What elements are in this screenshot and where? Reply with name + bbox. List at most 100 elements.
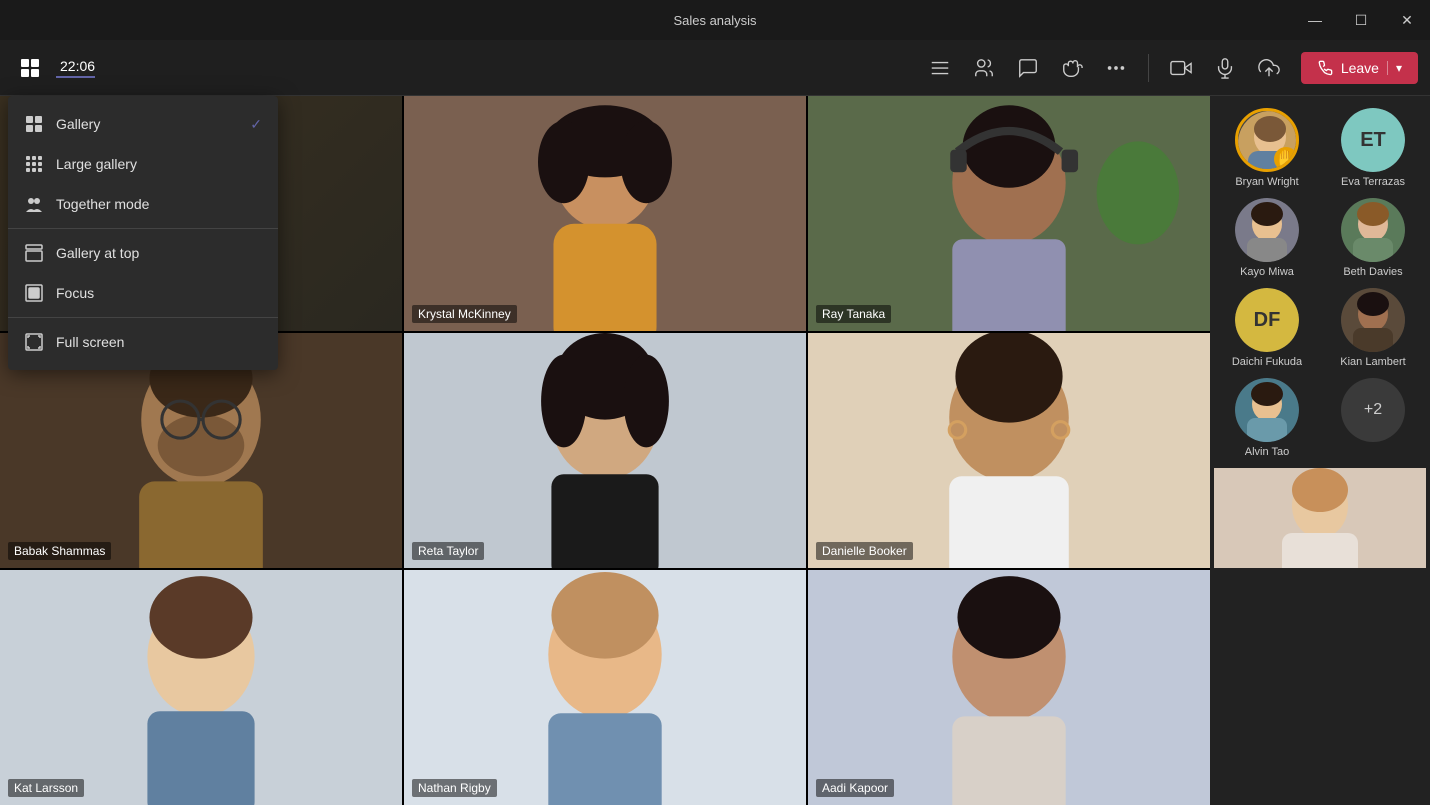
daichi-name: Daichi Fukuda bbox=[1232, 356, 1302, 368]
participant-name-3: Babak Shammas bbox=[8, 542, 111, 560]
bryan-name: Bryan Wright bbox=[1235, 176, 1298, 188]
sidebar-participant-more[interactable]: +2 bbox=[1328, 378, 1418, 458]
leave-button[interactable]: Leave ▾ bbox=[1301, 52, 1418, 84]
sidebar-bottom-video bbox=[1214, 468, 1426, 568]
window-controls[interactable]: — ☐ ✕ bbox=[1292, 0, 1430, 40]
sidebar-row-1: ✋ Bryan Wright ET Eva Terrazas bbox=[1214, 104, 1426, 192]
reactions-button[interactable] bbox=[1052, 48, 1092, 88]
sidebar-participant-kayo[interactable]: Kayo Miwa bbox=[1222, 198, 1312, 278]
alvin-avatar bbox=[1235, 378, 1299, 442]
focus-icon bbox=[24, 283, 44, 303]
participant-name-6: Kat Larsson bbox=[8, 779, 84, 797]
video-cell-1: Krystal McKinney bbox=[404, 96, 806, 331]
participant-name-2: Ray Tanaka bbox=[816, 305, 891, 323]
video-cell-6: Kat Larsson bbox=[0, 570, 402, 805]
title-bar: Sales analysis — ☐ ✕ bbox=[0, 0, 1430, 40]
sidebar-participant-beth[interactable]: Beth Davies bbox=[1328, 198, 1418, 278]
together-mode-label: Together mode bbox=[56, 196, 149, 212]
dropdown-item-large-gallery[interactable]: Large gallery bbox=[8, 144, 278, 184]
dropdown-item-full-screen[interactable]: Full screen bbox=[8, 322, 278, 362]
leave-chevron[interactable]: ▾ bbox=[1387, 61, 1402, 75]
video-placeholder-4 bbox=[404, 333, 806, 568]
beth-name: Beth Davies bbox=[1343, 266, 1402, 278]
video-cell-7: Nathan Rigby bbox=[404, 570, 806, 805]
full-screen-icon bbox=[24, 332, 44, 352]
gallery-label: Gallery bbox=[56, 116, 100, 132]
full-screen-label: Full screen bbox=[56, 334, 124, 350]
grid-icon bbox=[21, 59, 39, 77]
dropdown-item-gallery[interactable]: Gallery ✓ bbox=[8, 104, 278, 144]
gallery-at-top-icon bbox=[24, 243, 44, 263]
sidebar: ✋ Bryan Wright ET Eva Terrazas bbox=[1210, 96, 1430, 805]
sidebar-row-3: DF Daichi Fukuda Kian Lambert bbox=[1214, 284, 1426, 372]
share-button[interactable] bbox=[1249, 48, 1289, 88]
eva-initials: ET bbox=[1341, 108, 1405, 172]
video-placeholder-2 bbox=[808, 96, 1210, 331]
minimize-button[interactable]: — bbox=[1292, 0, 1338, 40]
sidebar-participant-daichi[interactable]: DF Daichi Fukuda bbox=[1222, 288, 1312, 368]
video-placeholder-8 bbox=[808, 570, 1210, 805]
microphone-button[interactable] bbox=[1205, 48, 1245, 88]
participant-name-5: Danielle Booker bbox=[816, 542, 913, 560]
sidebar-participant-kian[interactable]: Kian Lambert bbox=[1328, 288, 1418, 368]
people-button[interactable] bbox=[964, 48, 1004, 88]
video-cell-5: Danielle Booker bbox=[808, 333, 1210, 568]
kayo-name: Kayo Miwa bbox=[1240, 266, 1294, 278]
camera-button[interactable] bbox=[1161, 48, 1201, 88]
dropdown-divider-2 bbox=[8, 317, 278, 318]
dropdown-item-together-mode[interactable]: Together mode bbox=[8, 184, 278, 224]
sidebar-participant-eva[interactable]: ET Eva Terrazas bbox=[1328, 108, 1418, 188]
dropdown-item-focus[interactable]: Focus bbox=[8, 273, 278, 313]
maximize-button[interactable]: ☐ bbox=[1338, 0, 1384, 40]
large-gallery-label: Large gallery bbox=[56, 156, 137, 172]
leave-label: Leave bbox=[1341, 60, 1379, 76]
sidebar-participant-bryan[interactable]: ✋ Bryan Wright bbox=[1222, 108, 1312, 188]
video-cell-2: Ray Tanaka bbox=[808, 96, 1210, 331]
video-placeholder-6 bbox=[0, 570, 402, 805]
beth-avatar bbox=[1341, 198, 1405, 262]
gallery-check-icon: ✓ bbox=[250, 116, 262, 133]
hand-raised-icon: ✋ bbox=[1274, 147, 1298, 171]
eva-name: Eva Terrazas bbox=[1341, 176, 1405, 188]
layout-dropdown-menu: Gallery ✓ Large gallery bbox=[8, 96, 278, 370]
participant-name-7: Nathan Rigby bbox=[412, 779, 497, 797]
sidebar-participant-alvin[interactable]: Alvin Tao bbox=[1222, 378, 1312, 458]
participant-name-8: Aadi Kapoor bbox=[816, 779, 894, 797]
alvin-name: Alvin Tao bbox=[1245, 446, 1289, 458]
more-badge: +2 bbox=[1341, 378, 1405, 442]
gallery-icon bbox=[24, 114, 44, 134]
kayo-avatar bbox=[1235, 198, 1299, 262]
video-placeholder-5 bbox=[808, 333, 1210, 568]
participant-name-1: Krystal McKinney bbox=[412, 305, 517, 323]
sidebar-row-4: Alvin Tao +2 bbox=[1214, 374, 1426, 462]
toolbar-divider bbox=[1148, 54, 1149, 82]
video-cell-8: Aadi Kapoor bbox=[808, 570, 1210, 805]
dropdown-item-gallery-at-top[interactable]: Gallery at top bbox=[8, 233, 278, 273]
focus-label: Focus bbox=[56, 285, 94, 301]
video-placeholder-1 bbox=[404, 96, 806, 331]
close-button[interactable]: ✕ bbox=[1384, 0, 1430, 40]
toolbar: 22:06 bbox=[0, 40, 1430, 96]
more-button[interactable] bbox=[1096, 48, 1136, 88]
time-display: 22:06 bbox=[56, 58, 95, 78]
participants-button[interactable] bbox=[920, 48, 960, 88]
video-cell-4: Reta Taylor bbox=[404, 333, 806, 568]
participant-name-4: Reta Taylor bbox=[412, 542, 484, 560]
bryan-avatar: ✋ bbox=[1235, 108, 1299, 172]
video-placeholder-7 bbox=[404, 570, 806, 805]
window-title: Sales analysis bbox=[673, 13, 756, 28]
kian-name: Kian Lambert bbox=[1340, 356, 1405, 368]
gallery-at-top-label: Gallery at top bbox=[56, 245, 139, 261]
large-gallery-icon bbox=[24, 154, 44, 174]
daichi-avatar: DF bbox=[1235, 288, 1299, 352]
together-mode-icon bbox=[24, 194, 44, 214]
daichi-initials: DF bbox=[1235, 288, 1299, 352]
sidebar-row-2: Kayo Miwa Beth Davies bbox=[1214, 194, 1426, 282]
eva-avatar: ET bbox=[1341, 108, 1405, 172]
toolbar-left: 22:06 bbox=[12, 50, 95, 86]
dropdown-divider-1 bbox=[8, 228, 278, 229]
kian-avatar bbox=[1341, 288, 1405, 352]
chat-button[interactable] bbox=[1008, 48, 1048, 88]
more-label bbox=[1371, 446, 1374, 458]
layout-toggle-button[interactable] bbox=[12, 50, 48, 86]
